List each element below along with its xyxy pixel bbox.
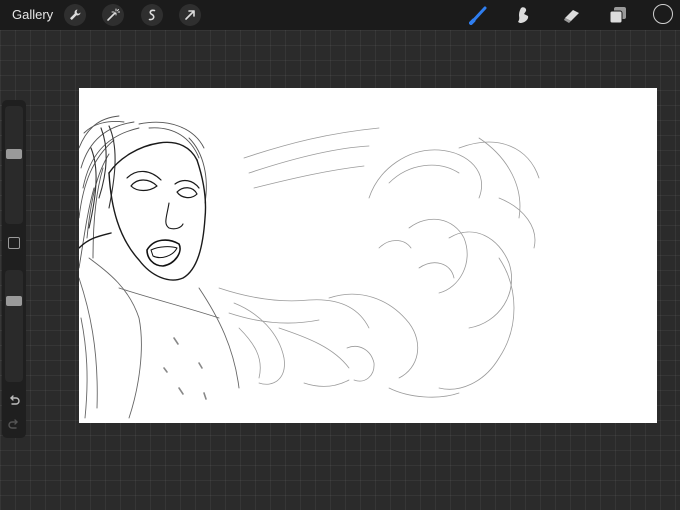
smudge-button[interactable] [512,3,536,27]
gallery-button[interactable]: Gallery [12,7,53,22]
redo-icon[interactable] [7,418,21,432]
opacity-slider[interactable] [5,270,23,382]
mouth [146,239,181,267]
nose [165,202,184,230]
top-toolbar: Gallery [0,0,680,30]
brush-icon [469,6,487,25]
adjustments-button[interactable] [102,4,124,26]
opacity-thumb[interactable] [6,296,22,306]
face-outline [79,141,207,281]
smudge-icon [518,7,529,23]
body-sketch [79,257,240,419]
eraser-button[interactable] [560,3,584,27]
wave-sketch [218,127,540,398]
magic-wand-icon [107,8,120,21]
left-sidebar [2,100,26,438]
transform-arrow-icon [185,10,195,20]
layers-button[interactable] [606,3,630,27]
sketch-artwork [79,115,540,419]
brush-size-slider[interactable] [5,106,23,224]
hair-strokes [79,115,207,269]
modify-button[interactable] [8,237,20,249]
color-picker-button[interactable] [653,4,673,24]
eraser-icon [564,10,579,23]
selection-button[interactable] [141,4,163,26]
transform-button[interactable] [179,4,201,26]
wrench-icon [70,9,81,20]
eyes [126,170,200,199]
drawing-canvas[interactable] [79,88,657,423]
brush-button[interactable] [467,3,491,27]
layers-icon [609,7,626,24]
brush-size-thumb[interactable] [6,149,22,159]
selection-icon [148,9,156,21]
actions-button[interactable] [64,4,86,26]
undo-icon[interactable] [7,394,21,408]
